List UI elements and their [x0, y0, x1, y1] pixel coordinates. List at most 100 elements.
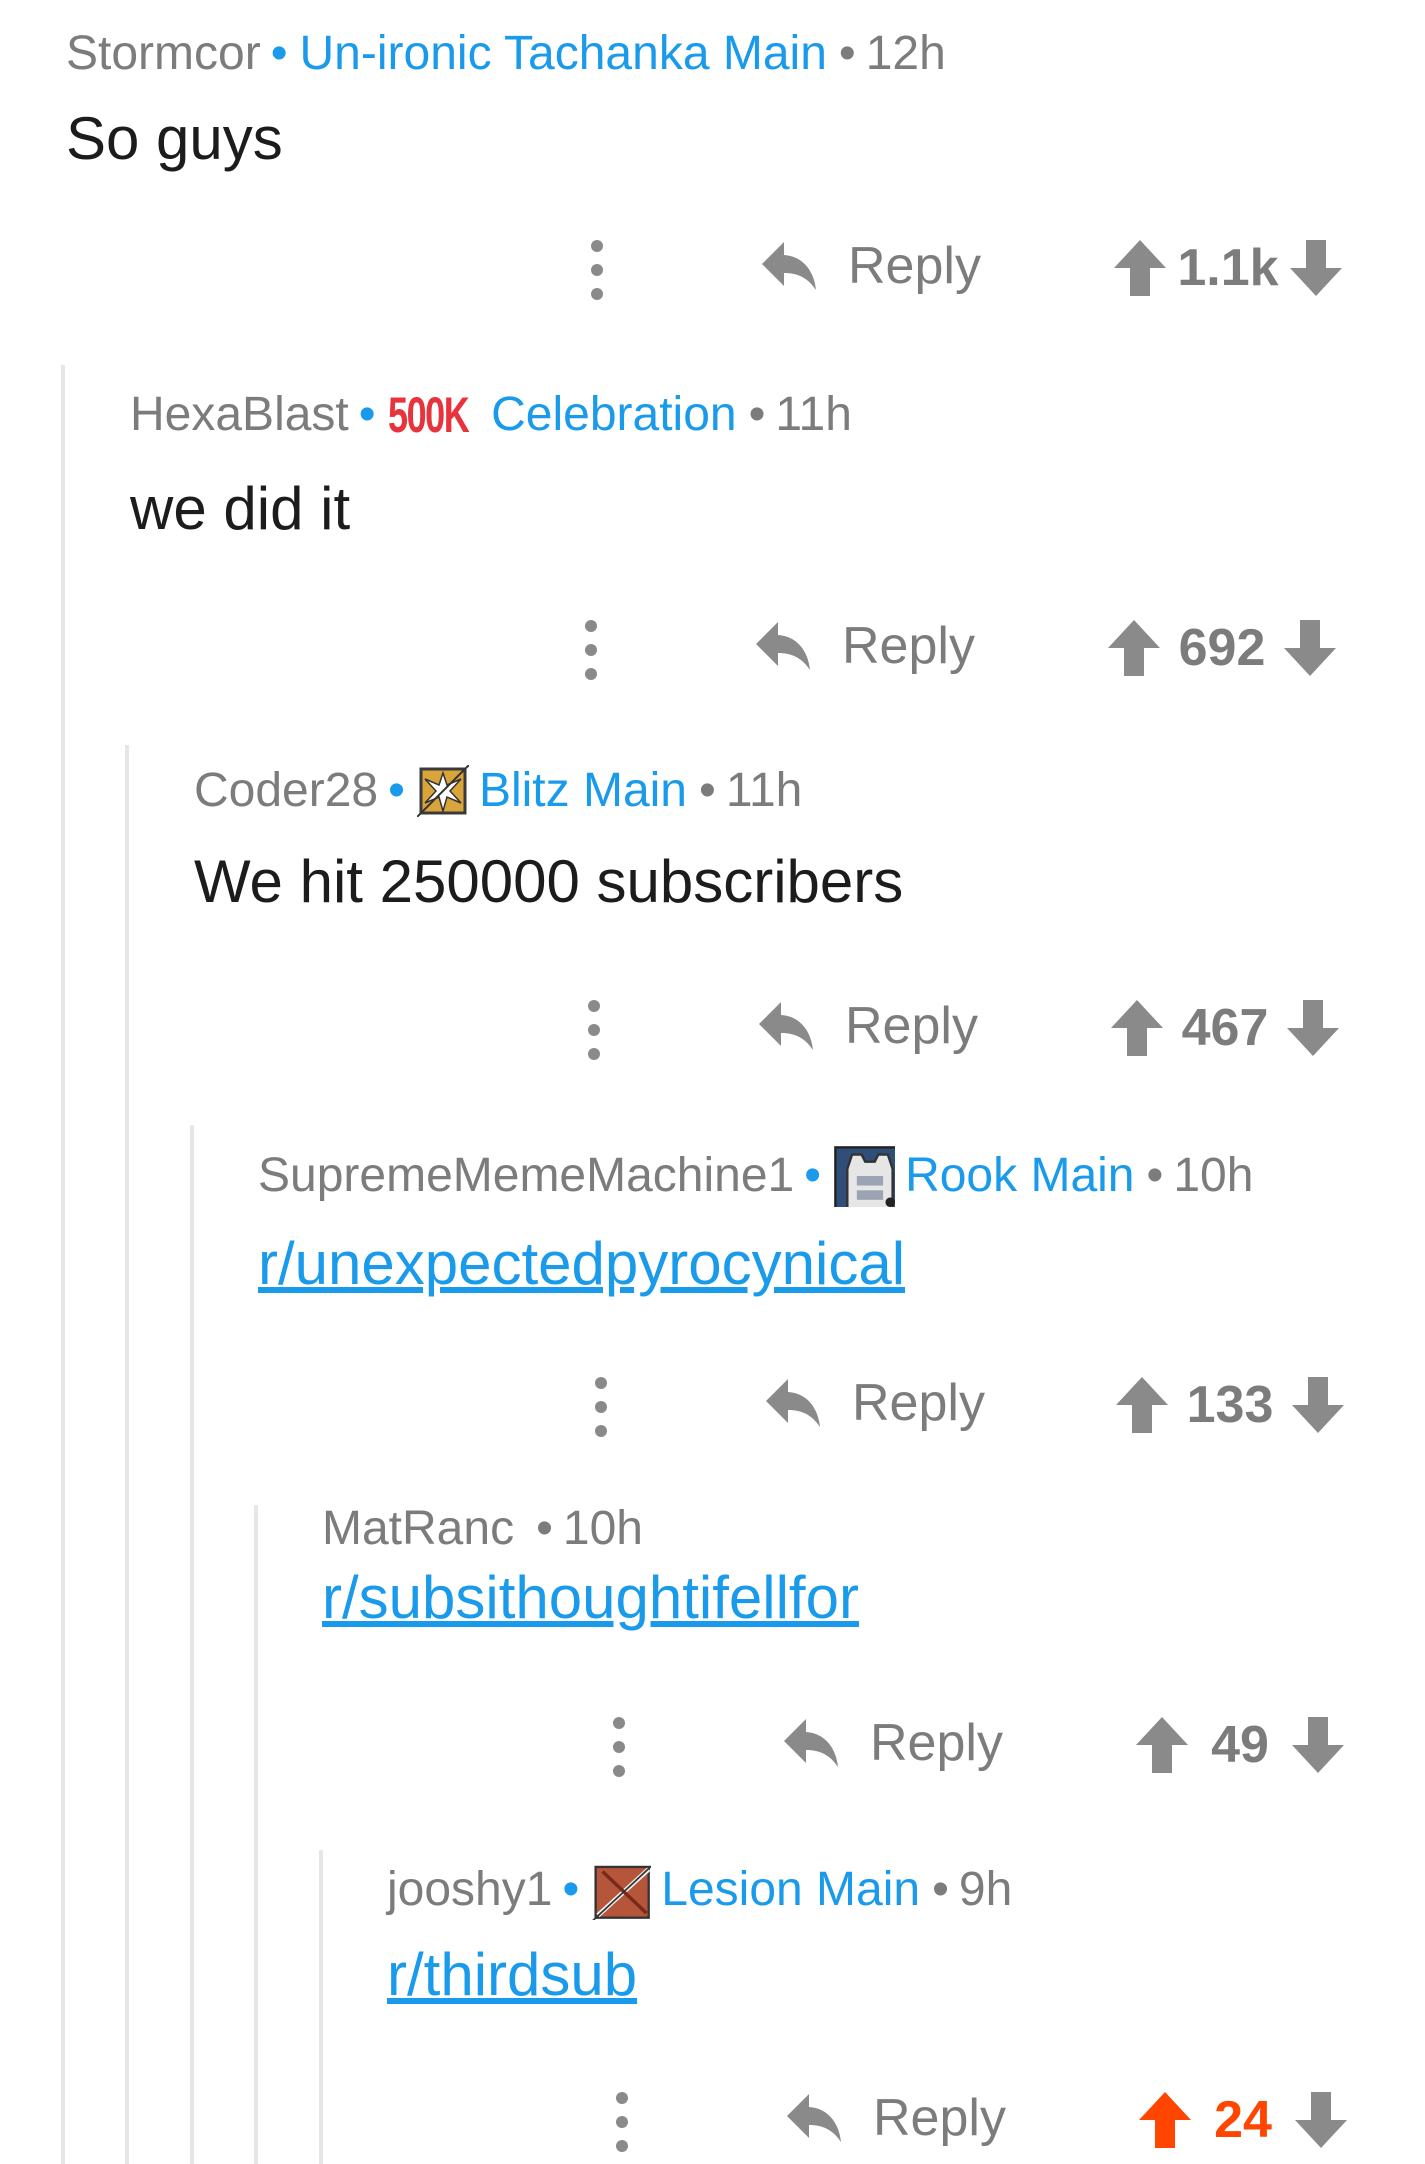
separator-dot: •	[748, 388, 766, 441]
author-name[interactable]: Coder28	[194, 767, 378, 815]
author-name[interactable]: Stormcor	[66, 30, 261, 78]
reply-button[interactable]: Reply	[782, 1713, 1003, 1773]
vote-controls: 1.1k	[1112, 238, 1344, 298]
comment-meta: SupremeMemeMachine1 • Rook Main • 10h	[258, 1145, 1253, 1207]
upvote-icon[interactable]	[1114, 1375, 1170, 1435]
downvote-icon[interactable]	[1288, 238, 1344, 298]
timestamp: 9h	[958, 1863, 1013, 1916]
author-name[interactable]: jooshy1	[387, 1866, 552, 1914]
comment: Coder28 • Blitz Main • 11h We hit 250000…	[194, 765, 903, 916]
score: 49	[1211, 1716, 1269, 1774]
reply-arrow-icon	[787, 2094, 841, 2142]
subreddit-link[interactable]: r/subsithoughtifellfor	[322, 1563, 859, 1632]
more-options-icon[interactable]	[584, 1000, 604, 1060]
separator-dot: •	[932, 1863, 949, 1916]
reply-label: Reply	[842, 617, 975, 675]
downvote-icon[interactable]	[1285, 998, 1341, 1058]
comment-body: So guys	[66, 105, 283, 172]
reply-button[interactable]: Reply	[757, 996, 978, 1056]
reply-arrow-icon	[759, 1002, 813, 1050]
separator-dot: •	[562, 1863, 580, 1916]
separator-dot: •	[270, 27, 288, 80]
vote-controls: 467	[1109, 998, 1341, 1058]
reply-button[interactable]: Reply	[760, 236, 981, 296]
reply-button[interactable]: Reply	[785, 2088, 1006, 2148]
thread-line	[125, 745, 129, 2164]
score: 133	[1186, 1376, 1274, 1434]
lesion-needle-icon	[592, 1865, 652, 1920]
comment: Stormcor • Un-ironic Tachanka Main • 12h…	[66, 30, 946, 173]
more-options-icon[interactable]	[581, 620, 601, 680]
upvote-icon[interactable]	[1137, 2090, 1193, 2150]
comment: MatRanc • 10h r/subsithoughtifellfor	[322, 1505, 859, 1632]
reply-arrow-icon	[762, 242, 816, 290]
timestamp: 11h	[775, 388, 852, 441]
reply-label: Reply	[852, 1374, 985, 1432]
comment-meta: MatRanc • 10h	[322, 1505, 859, 1553]
author-name[interactable]: SupremeMemeMachine1	[258, 1152, 794, 1200]
score: 1.1k	[1177, 239, 1279, 297]
comment: jooshy1 • Lesion Main • 9h r/thirdsub	[387, 1860, 1012, 2009]
separator-dot: •	[358, 388, 376, 441]
separator-dot: •	[804, 1149, 822, 1202]
author-name[interactable]: MatRanc	[322, 1505, 514, 1553]
thread-line	[319, 1850, 323, 2164]
flair-500k-badge: 500K	[387, 387, 470, 443]
downvote-icon[interactable]	[1282, 618, 1338, 678]
comment-meta: Stormcor • Un-ironic Tachanka Main • 12h	[66, 30, 946, 78]
user-flair: Celebration	[491, 388, 737, 441]
downvote-icon[interactable]	[1290, 1715, 1346, 1775]
upvote-icon[interactable]	[1134, 1715, 1190, 1775]
reply-arrow-icon	[756, 622, 810, 670]
comment-meta: Coder28 • Blitz Main • 11h	[194, 765, 903, 817]
separator-dot: •	[1146, 1149, 1164, 1202]
thread-line	[190, 1125, 194, 2164]
comment: SupremeMemeMachine1 • Rook Main • 10h r/…	[258, 1145, 1253, 1298]
user-flair: Blitz Main	[478, 764, 687, 817]
comment: HexaBlast • 500K Celebration • 11h we di…	[130, 390, 852, 543]
separator-dot: •	[388, 764, 405, 817]
timestamp: 10h	[562, 1502, 643, 1555]
score: 692	[1178, 619, 1266, 677]
more-options-icon[interactable]	[587, 240, 607, 300]
reply-label: Reply	[845, 997, 978, 1055]
downvote-icon[interactable]	[1290, 1375, 1346, 1435]
subreddit-link[interactable]: r/unexpectedpyrocynical	[258, 1229, 905, 1298]
separator-dot: •	[699, 764, 716, 817]
comment-meta: jooshy1 • Lesion Main • 9h	[387, 1860, 1012, 1920]
separator-dot: •	[838, 27, 856, 80]
downvote-icon[interactable]	[1293, 2090, 1349, 2150]
vote-controls: 24	[1137, 2090, 1349, 2150]
thread-line	[61, 365, 65, 2164]
reply-label: Reply	[848, 237, 981, 295]
vote-controls: 133	[1114, 1375, 1346, 1435]
blitz-shield-icon	[416, 765, 469, 817]
reply-arrow-icon	[784, 1719, 838, 1767]
reply-label: Reply	[870, 1714, 1003, 1772]
comment-meta: HexaBlast • 500K Celebration • 11h	[130, 390, 852, 440]
thread-line	[254, 1505, 258, 2164]
more-options-icon[interactable]	[609, 1717, 629, 1777]
timestamp: 12h	[865, 27, 946, 80]
upvote-icon[interactable]	[1109, 998, 1165, 1058]
comment-body: We hit 250000 subscribers	[194, 848, 904, 915]
reply-label: Reply	[873, 2089, 1006, 2147]
reply-button[interactable]: Reply	[764, 1373, 985, 1433]
reply-button[interactable]: Reply	[754, 616, 975, 676]
upvote-icon[interactable]	[1106, 618, 1162, 678]
subreddit-link[interactable]: r/thirdsub	[387, 1940, 637, 2009]
author-name[interactable]: HexaBlast	[130, 391, 349, 439]
vote-controls: 49	[1134, 1715, 1346, 1775]
reply-arrow-icon	[766, 1379, 820, 1427]
more-options-icon[interactable]	[612, 2092, 632, 2152]
separator-dot: •	[536, 1502, 553, 1555]
timestamp: 10h	[1173, 1149, 1254, 1202]
more-options-icon[interactable]	[591, 1377, 611, 1437]
user-flair: Rook Main	[905, 1149, 1135, 1202]
score: 24	[1214, 2091, 1272, 2149]
user-flair: Lesion Main	[661, 1863, 921, 1916]
upvote-icon[interactable]	[1112, 238, 1168, 298]
vote-controls: 692	[1106, 618, 1338, 678]
timestamp: 11h	[725, 764, 803, 817]
comment-body: we did it	[130, 475, 351, 542]
